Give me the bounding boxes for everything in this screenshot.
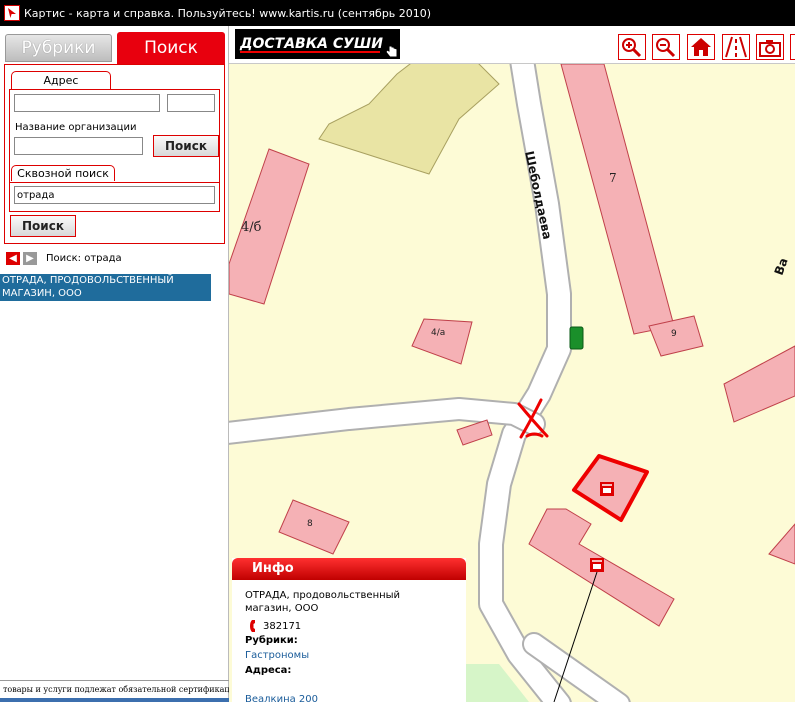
phone-icon: [250, 620, 255, 632]
sushi-banner[interactable]: ДОСТАВКА СУШИ: [235, 29, 400, 59]
building-small[interactable]: [456, 419, 493, 446]
app-window: Картис - карта и справка. Пользуйтесь! w…: [0, 0, 795, 702]
forward-arrow-icon[interactable]: ▶: [23, 251, 37, 265]
through-search-subtab[interactable]: Сквозной поиск: [11, 165, 115, 181]
results-nav: ◀ ▶ Поиск: отрада: [6, 250, 122, 266]
through-search-button[interactable]: Поиск: [10, 215, 76, 237]
info-title[interactable]: Инфо: [232, 558, 466, 580]
camera-icon: [759, 40, 781, 57]
building-right[interactable]: [723, 345, 795, 423]
tab-poisk[interactable]: Поиск: [117, 32, 225, 64]
info-address-label: Адреса:: [245, 665, 292, 676]
building-8[interactable]: [278, 499, 350, 555]
shop-marker-icon[interactable]: [600, 482, 614, 496]
home-button[interactable]: [687, 34, 715, 60]
building-4a[interactable]: [411, 318, 473, 365]
building-4b-label: 4/б: [241, 220, 262, 235]
building-7-label: 7: [609, 171, 617, 185]
info-rubrics-label: Рубрики:: [245, 635, 298, 646]
more-tools-button[interactable]: [790, 34, 795, 60]
org-name-label: Название организации: [15, 122, 137, 133]
street-label-partial: Ва: [772, 256, 791, 277]
zoom-in-icon: [622, 38, 642, 58]
zoom-in-button[interactable]: [618, 34, 646, 60]
search-caption: Поиск: отрада: [46, 252, 122, 264]
road-button[interactable]: [722, 34, 750, 60]
result-item[interactable]: ОТРАДА, ПРОДОВОЛЬСТВЕННЫЙ МАГАЗИН, ООО: [0, 274, 211, 301]
address-house-input[interactable]: [167, 94, 215, 112]
building-4a-label: 4/а: [431, 328, 445, 338]
window-title: Картис - карта и справка. Пользуйтесь! w…: [24, 6, 432, 20]
bus-stop-icon[interactable]: [569, 326, 584, 350]
building-9-label: 9: [671, 329, 677, 339]
home-icon: [691, 38, 711, 56]
app-logo-icon: [4, 5, 20, 21]
road-icon: [725, 36, 747, 58]
info-phone[interactable]: 382171: [263, 621, 301, 632]
building-7[interactable]: [560, 64, 675, 335]
tab-rubriki[interactable]: Рубрики: [5, 34, 112, 62]
info-address-link[interactable]: Веалкина 200: [245, 694, 318, 702]
through-search-input[interactable]: [14, 186, 215, 204]
info-rubric-link[interactable]: Гастрономы: [245, 650, 309, 661]
info-body: ОТРАДА, продовольственный магазин, ООО 3…: [238, 580, 460, 702]
info-panel: Инфо ОТРАДА, продовольственный магазин, …: [232, 558, 466, 702]
map-toolbar: ДОСТАВКА СУШИ: [229, 26, 795, 64]
camera-button[interactable]: [756, 34, 784, 60]
back-arrow-icon[interactable]: ◀: [6, 251, 20, 265]
building-right-lower[interactable]: [768, 523, 795, 565]
address-search-button[interactable]: Поиск: [153, 135, 219, 157]
title-bar: Картис - карта и справка. Пользуйтесь! w…: [0, 0, 795, 26]
left-panel: Рубрики Поиск Адрес Название организации…: [0, 26, 229, 702]
building-8-label: 8: [307, 519, 313, 529]
info-org-name: ОТРАДА, продовольственный: [245, 590, 401, 601]
building-khaki[interactable]: [318, 64, 500, 175]
address-subtab[interactable]: Адрес: [11, 71, 111, 90]
org-name-input[interactable]: [14, 137, 143, 155]
pointer-hand-icon: [385, 42, 398, 58]
shop-marker-icon[interactable]: [590, 558, 604, 572]
info-org-name-cont: магазин, ООО: [245, 603, 319, 614]
footer-bar: [0, 698, 229, 702]
zoom-out-icon: [656, 38, 676, 58]
search-form: Адрес Название организации Поиск Сквозно…: [4, 64, 225, 244]
address-street-input[interactable]: [14, 94, 160, 112]
zoom-out-button[interactable]: [652, 34, 680, 60]
